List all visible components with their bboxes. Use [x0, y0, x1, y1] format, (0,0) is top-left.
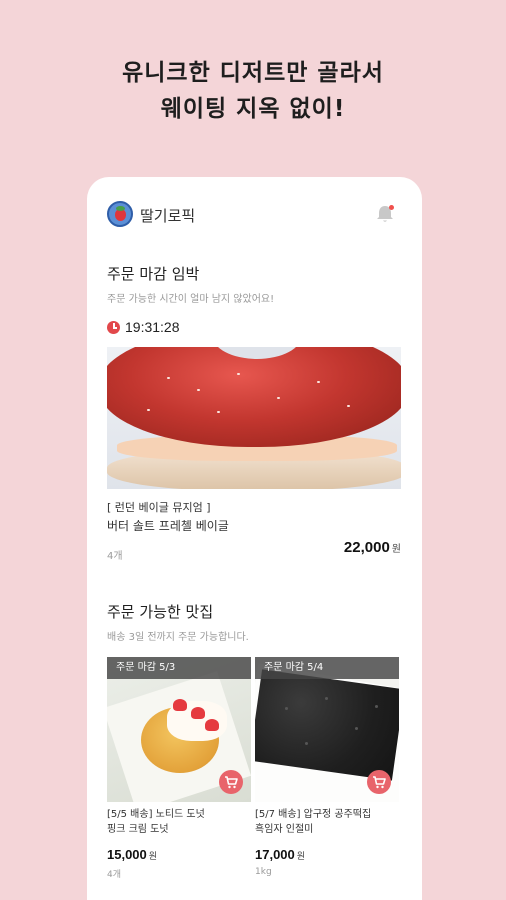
strawberry-slice — [205, 719, 219, 731]
sesame-dot — [375, 705, 378, 708]
product-name[interactable]: 버터 솔트 프레첼 베이글 — [107, 517, 229, 534]
card-quantity: 1kg — [255, 867, 272, 877]
price-value: 22,000 — [343, 539, 390, 556]
card-title[interactable]: [5/7 배송] 압구정 공주떡집 흑임자 인절미 — [255, 807, 405, 837]
app-title: 딸기로픽 — [140, 207, 196, 225]
app-bar: 딸기로픽 — [107, 199, 402, 231]
sprinkle — [167, 377, 170, 379]
deadline-tag: 주문 마감 5/3 — [107, 657, 251, 679]
product-quantity: 4개 — [107, 551, 123, 562]
bagel-top — [107, 347, 401, 447]
sprinkle — [217, 411, 220, 413]
sesame-dot — [285, 707, 288, 710]
strawberry-logo-icon[interactable] — [107, 201, 133, 227]
logo-leaf — [116, 206, 125, 211]
strawberry-slice — [173, 699, 187, 711]
cart-icon — [373, 776, 386, 789]
timer-value: 19:31:28 — [125, 319, 180, 335]
price-value: 15,000 — [107, 847, 147, 862]
sprinkle — [197, 389, 200, 391]
available-subtitle: 배송 3일 전까지 주문 가능합니다. — [107, 632, 249, 643]
sprinkle — [147, 409, 150, 411]
rice-cake — [255, 669, 399, 781]
price-currency: 원 — [296, 852, 306, 862]
card-title-line-1: [5/7 배송] 압구정 공주떡집 — [255, 809, 372, 820]
card-quantity: 4개 — [107, 870, 122, 880]
deadline-tag: 주문 마감 5/4 — [255, 657, 399, 679]
strawberry-slice — [191, 707, 205, 719]
bagel-product-image[interactable] — [107, 347, 401, 489]
promo-headline: 유니크한 디저트만 골라서 웨이팅 지옥 없이! — [0, 55, 506, 127]
cart-button[interactable] — [219, 770, 243, 794]
donut-product-image[interactable]: 주문 마감 5/3 — [107, 657, 251, 802]
closing-soon-subtitle: 주문 가능한 시간이 얼마 남지 않았어요! — [107, 294, 275, 305]
notification-dot — [389, 205, 394, 210]
card-title[interactable]: [5/5 배송] 노티드 도넛 핑크 크림 도넛 — [107, 807, 257, 837]
sesame-dot — [355, 727, 358, 730]
sprinkle — [317, 381, 320, 383]
product-shop-name[interactable]: [ 런던 베이글 뮤지엄 ] — [107, 499, 211, 515]
product-card[interactable]: 주문 마감 5/4 [5/7 배송] 압구정 공주떡집 흑임자 인절미 17,0… — [255, 657, 399, 887]
headline-line-2: 웨이팅 지옥 없이! — [160, 96, 346, 122]
price-currency: 원 — [391, 544, 401, 555]
closing-soon-title: 주문 마감 임박 — [107, 265, 200, 283]
price-currency: 원 — [148, 852, 158, 862]
sprinkle — [237, 373, 240, 375]
sesame-dot — [325, 697, 328, 700]
card-title-line-2: 흑임자 인절미 — [255, 824, 314, 835]
card-price: 17,000 원 — [255, 847, 305, 862]
sprinkle — [347, 405, 350, 407]
sesame-dot — [305, 742, 308, 745]
card-title-line-1: [5/5 배송] 노티드 도넛 — [107, 809, 205, 820]
price-value: 17,000 — [255, 847, 295, 862]
sprinkle — [277, 397, 280, 399]
headline-line-1: 유니크한 디저트만 골라서 — [122, 60, 384, 86]
cart-icon — [225, 776, 238, 789]
product-card[interactable]: 주문 마감 5/3 [5/5 배송] 노티드 도넛 핑크 크림 도넛 15,00… — [107, 657, 251, 887]
app-screen: 딸기로픽 주문 마감 임박 주문 가능한 시간이 얼마 남지 않았어요! 19:… — [87, 177, 422, 900]
injeolmi-product-image[interactable]: 주문 마감 5/4 — [255, 657, 399, 802]
card-price: 15,000 원 — [107, 847, 157, 862]
cart-button[interactable] — [367, 770, 391, 794]
available-title: 주문 가능한 맛집 — [107, 603, 214, 621]
clock-icon — [107, 321, 120, 334]
bell-icon[interactable] — [374, 203, 396, 225]
card-title-line-2: 핑크 크림 도넛 — [107, 824, 169, 835]
product-price: 22,000 원 — [344, 539, 401, 556]
